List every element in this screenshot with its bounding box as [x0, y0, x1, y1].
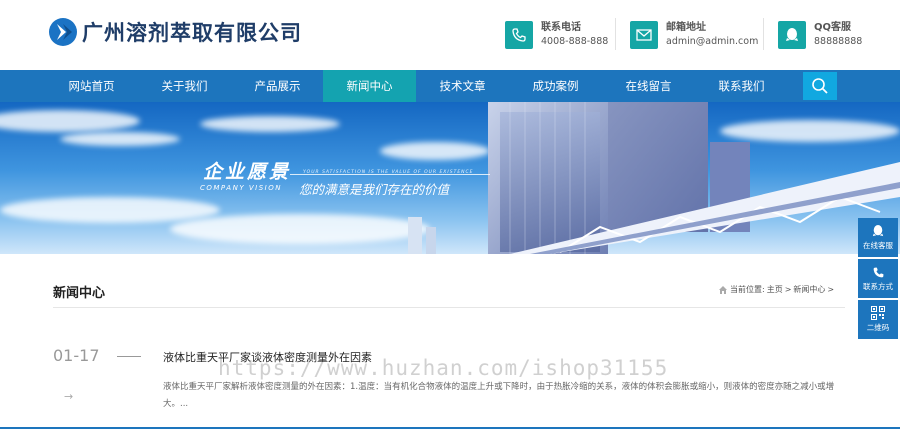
breadcrumb: 当前位置: 主页 > 新闻中心 >: [718, 284, 834, 295]
nav-item-articles[interactable]: 技术文章: [416, 70, 509, 102]
nav-item-news[interactable]: 新闻中心: [323, 70, 416, 102]
home-icon: [719, 286, 727, 294]
cloud: [0, 197, 220, 223]
banner-tagline-en: YOUR SATISFACTION IS THE VALUE OF OUR EX…: [303, 170, 474, 175]
page: 广州溶剂萃取有限公司 联系电话 4008-888-888 邮箱地址 admin@…: [0, 0, 900, 429]
arrow-icon[interactable]: →: [64, 390, 73, 403]
nav-item-home[interactable]: 网站首页: [45, 70, 138, 102]
breadcrumb-home[interactable]: 主页: [767, 284, 783, 295]
banner-title-en: COMPANY VISION: [200, 184, 282, 192]
nav-item-about[interactable]: 关于我们: [138, 70, 231, 102]
section-divider: [53, 307, 845, 308]
qrcode-icon: [871, 306, 885, 320]
side-online-service-label: 在线客服: [863, 241, 893, 250]
search-button[interactable]: [803, 72, 837, 100]
watermark: https://www.huzhan.com/ishop31155: [218, 356, 669, 380]
breadcrumb-separator: >: [784, 285, 792, 294]
logo[interactable]: 广州溶剂萃取有限公司: [48, 17, 302, 47]
cloud: [60, 132, 180, 146]
qq-icon: [872, 225, 884, 237]
date-dash: [117, 356, 141, 357]
nav-item-products[interactable]: 产品展示: [231, 70, 324, 102]
logo-icon: [49, 18, 77, 46]
nav-item-contact[interactable]: 联系我们: [695, 70, 788, 102]
breadcrumb-separator: >: [827, 285, 835, 294]
news-summary: 液体比重天平厂家解析液体密度测量的外在因素：1.温度：当有机化合物液体的温度上升…: [163, 382, 835, 409]
news-date: 01-17: [53, 346, 100, 365]
nav-item-message[interactable]: 在线留言: [602, 70, 695, 102]
contact-mail-value: admin@admin.com: [666, 36, 759, 47]
banner-title: 企业愿景: [203, 161, 292, 183]
building-illustration: [408, 102, 900, 254]
banner: 企业愿景 YOUR SATISFACTION IS THE VALUE OF O…: [0, 102, 900, 254]
header: 广州溶剂萃取有限公司 联系电话 4008-888-888 邮箱地址 admin@…: [0, 0, 900, 70]
phone-icon: [873, 267, 883, 277]
contact-qq-value: 88888888: [814, 36, 863, 47]
main-nav: 网站首页 关于我们 产品展示 新闻中心 技术文章 成功案例 在线留言 联系我们: [0, 70, 900, 102]
cloud: [200, 116, 340, 132]
contact-phone-label: 联系电话: [541, 22, 581, 33]
cloud: [170, 214, 430, 244]
side-contact[interactable]: 联系方式: [858, 259, 898, 298]
side-qrcode-label: 二维码: [866, 323, 890, 332]
contact-mail: 邮箱地址 admin@admin.com: [630, 18, 758, 52]
mail-icon: [630, 21, 658, 49]
banner-tagline: 您的满意是我们存在的价值: [299, 182, 450, 197]
cloud: [0, 110, 140, 132]
side-qrcode[interactable]: 二维码: [858, 300, 898, 339]
divider: [615, 18, 616, 50]
nav-item-cases[interactable]: 成功案例: [509, 70, 602, 102]
side-contact-label: 联系方式: [863, 281, 893, 291]
company-name: 广州溶剂萃取有限公司: [82, 20, 302, 45]
contact-qq: QQ客服 88888888: [778, 18, 862, 52]
qq-icon: [778, 21, 806, 49]
divider: [763, 18, 764, 50]
contact-phone: 联系电话 4008-888-888: [505, 18, 608, 52]
search-icon: [812, 78, 828, 94]
breadcrumb-current[interactable]: 新闻中心: [793, 284, 825, 295]
contact-mail-label: 邮箱地址: [666, 22, 706, 33]
contact-phone-value: 4008-888-888: [541, 36, 609, 47]
side-online-service[interactable]: 在线客服: [858, 218, 898, 257]
breadcrumb-prefix: 当前位置:: [730, 285, 765, 294]
phone-icon: [505, 21, 533, 49]
section-title: 新闻中心: [53, 286, 106, 301]
contact-qq-label: QQ客服: [814, 22, 852, 33]
